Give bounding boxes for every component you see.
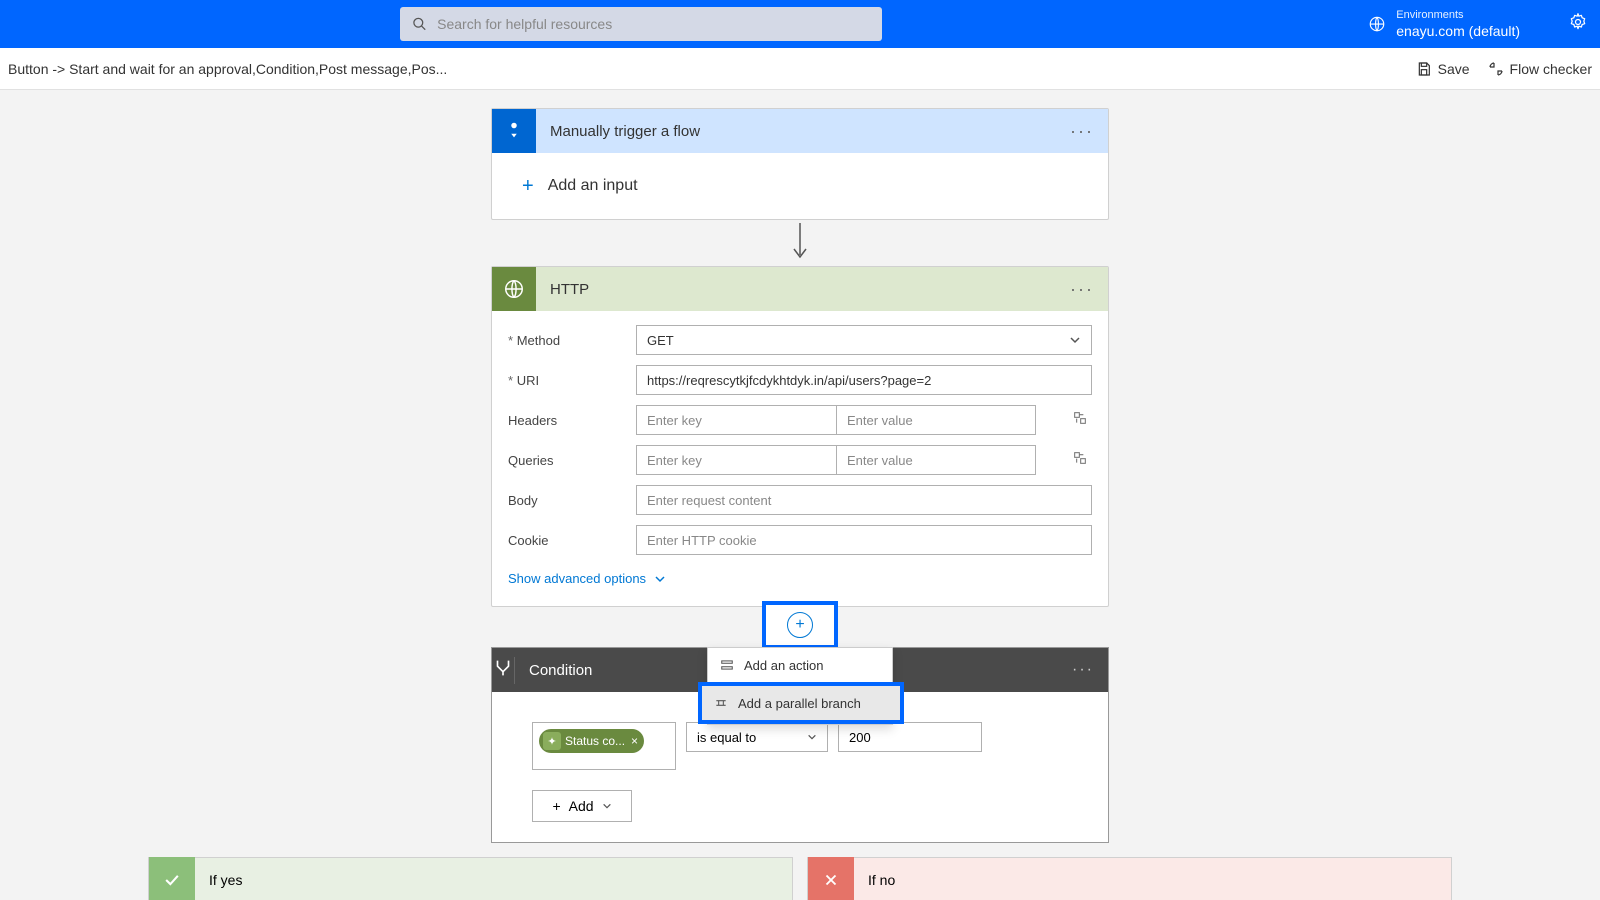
environment-name: enayu.com (default)	[1396, 22, 1520, 40]
search-box[interactable]	[400, 7, 882, 41]
chevron-down-icon	[602, 801, 612, 811]
http-icon	[492, 267, 536, 311]
header-switch-icon[interactable]	[1072, 410, 1092, 431]
trigger-more-icon[interactable]: ···	[1070, 121, 1094, 142]
queries-label: Queries	[508, 453, 636, 468]
cookie-input[interactable]	[636, 525, 1092, 555]
chevron-down-icon	[654, 573, 666, 585]
cookie-label: Cookie	[508, 533, 636, 548]
status-code-pill[interactable]: ✦ Status co... ×	[539, 729, 644, 753]
uri-label: * URI	[508, 373, 636, 388]
check-icon	[149, 857, 195, 900]
query-switch-icon[interactable]	[1072, 450, 1092, 471]
show-advanced-link[interactable]: Show advanced options	[508, 565, 1092, 600]
save-icon	[1416, 61, 1432, 77]
environment-icon	[1368, 15, 1386, 33]
insert-menu: Add an action Add a parallel branch	[707, 647, 893, 725]
gear-icon[interactable]	[1568, 12, 1588, 37]
flow-checker-button[interactable]: Flow checker	[1488, 61, 1592, 77]
close-icon	[808, 857, 854, 900]
body-input[interactable]	[636, 485, 1092, 515]
http-title: HTTP	[536, 281, 589, 298]
plus-circle-icon: +	[787, 612, 813, 638]
chevron-down-icon	[1069, 334, 1081, 346]
save-button[interactable]: Save	[1416, 61, 1470, 77]
breadcrumb: Button -> Start and wait for an approval…	[8, 61, 447, 77]
dynamic-content-icon: ✦	[543, 732, 561, 750]
flow-checker-icon	[1488, 61, 1504, 77]
connector-arrow	[491, 220, 1109, 266]
query-value-input[interactable]	[836, 445, 1036, 475]
search-input[interactable]	[437, 16, 870, 32]
condition-operator-select[interactable]: is equal to	[686, 722, 828, 752]
if-no-branch[interactable]: If no	[807, 857, 1452, 900]
if-yes-label: If yes	[195, 872, 242, 888]
add-input-button[interactable]: + Add an input	[492, 153, 1108, 219]
condition-more-icon[interactable]: ···	[1072, 661, 1094, 679]
condition-title: Condition	[515, 662, 592, 679]
if-yes-branch[interactable]: If yes	[148, 857, 793, 900]
body-label: Body	[508, 493, 636, 508]
header-value-input[interactable]	[836, 405, 1036, 435]
plus-icon: +	[552, 798, 560, 814]
trigger-card-header[interactable]: Manually trigger a flow ···	[492, 109, 1108, 153]
environment-picker[interactable]: Environments enayu.com (default)	[1368, 8, 1520, 40]
condition-value-input[interactable]	[838, 722, 982, 752]
method-label: * Method	[508, 333, 636, 348]
plus-icon: +	[522, 175, 534, 198]
header-key-input[interactable]	[636, 405, 836, 435]
remove-pill-icon[interactable]: ×	[631, 734, 638, 748]
add-action-menu-item[interactable]: Add an action	[708, 648, 892, 682]
parallel-branch-icon	[714, 696, 728, 710]
query-key-input[interactable]	[636, 445, 836, 475]
add-condition-button[interactable]: + Add	[532, 790, 632, 822]
condition-icon	[492, 657, 515, 684]
http-card-header[interactable]: HTTP ···	[492, 267, 1108, 311]
condition-left-operand[interactable]: ✦ Status co... ×	[532, 722, 676, 770]
if-no-label: If no	[854, 872, 895, 888]
add-parallel-branch-menu-item[interactable]: Add a parallel branch	[698, 682, 904, 724]
insert-step-button[interactable]: +	[762, 601, 838, 649]
trigger-title: Manually trigger a flow	[536, 123, 700, 140]
action-icon	[720, 658, 734, 672]
chevron-down-icon	[807, 732, 817, 742]
uri-input[interactable]	[636, 365, 1092, 395]
headers-label: Headers	[508, 413, 636, 428]
http-more-icon[interactable]: ···	[1070, 279, 1094, 300]
search-icon	[412, 16, 427, 32]
method-select[interactable]: GET	[636, 325, 1092, 355]
environment-label: Environments	[1396, 8, 1520, 22]
trigger-icon	[492, 109, 536, 153]
